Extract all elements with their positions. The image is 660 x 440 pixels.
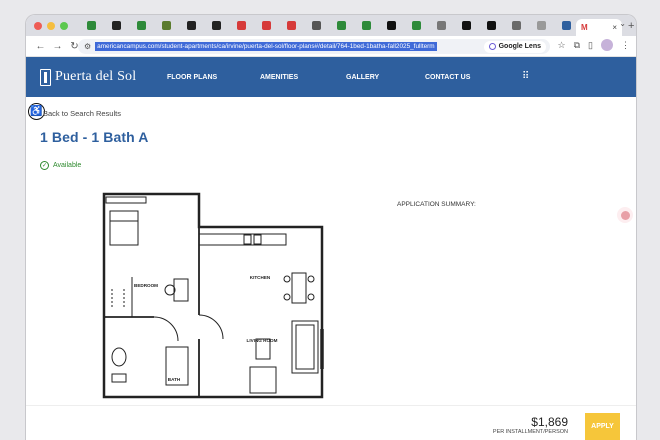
favicon-icon: [387, 21, 396, 30]
lens-icon: [488, 43, 496, 50]
tab-favicon-7[interactable]: [257, 19, 276, 33]
tab-favicon-3[interactable]: [157, 19, 176, 33]
lens-label: Google Lens: [498, 43, 541, 50]
tab-favicon-6[interactable]: [232, 19, 251, 33]
browser-toolbar: ← → ↻ ⚙ americancampus.com/student-apart…: [26, 36, 636, 57]
favicon-icon: [412, 21, 421, 30]
forward-arrow-icon[interactable]: →: [49, 41, 66, 52]
floating-helper-button[interactable]: [617, 207, 633, 223]
tab-favicon-4[interactable]: [182, 19, 201, 33]
tab-list: [82, 19, 576, 33]
site-header: Puerta del Sol FLOOR PLANS AMENITIES GAL…: [26, 57, 636, 97]
tab-favicon-13[interactable]: [407, 19, 426, 33]
price-amount: $1,869: [531, 415, 568, 429]
favicon-icon: [362, 21, 371, 30]
price-period: PER INSTALLMENT/PERSON: [492, 429, 568, 435]
favicon-icon: [562, 21, 571, 30]
favicon-icon: [487, 21, 496, 30]
tab-favicon-16[interactable]: [482, 19, 501, 33]
availability-status: ✓ Available: [40, 161, 81, 170]
tab-favicon-8[interactable]: [282, 19, 301, 33]
extensions-icon[interactable]: ⧉: [574, 40, 580, 51]
favicon-icon: [337, 21, 346, 30]
availability-label: Available: [53, 162, 82, 169]
room-label-bedroom: BEDROOM: [134, 283, 158, 288]
favicon-icon: [137, 21, 146, 30]
side-panel-icon[interactable]: ▯: [588, 40, 593, 51]
page-title: 1 Bed - 1 Bath A: [40, 129, 149, 145]
logo-mark-icon: [40, 68, 51, 86]
floor-plan-image: BEDROOM KITCHEN LIVING ROOM BATH: [102, 192, 324, 399]
maximize-window-button[interactable]: [60, 21, 68, 30]
check-circle-icon: ✓: [40, 161, 49, 170]
favicon-icon: [437, 21, 446, 30]
nav-floor-plans[interactable]: FLOOR PLANS: [167, 74, 260, 81]
favicon-icon: [512, 21, 521, 30]
tab-favicon-11[interactable]: [357, 19, 376, 33]
tab-favicon-10[interactable]: [332, 19, 351, 33]
grid-menu-icon[interactable]: ⠿: [522, 71, 529, 82]
browser-menu-icon[interactable]: ⋮: [621, 40, 630, 51]
address-bar[interactable]: ⚙ americancampus.com/student-apartments/…: [78, 39, 550, 54]
helper-icon: [620, 210, 630, 220]
tab-strip: M × + ⌄: [26, 15, 636, 36]
favicon-icon: [462, 21, 471, 30]
favicon-icon: [87, 21, 96, 30]
tab-favicon-0[interactable]: [82, 19, 101, 33]
nav-gallery[interactable]: GALLERY: [346, 74, 425, 81]
apply-button[interactable]: APPLY: [585, 413, 620, 440]
site-logo[interactable]: Puerta del Sol: [40, 68, 137, 86]
tab-favicon-9[interactable]: [307, 19, 326, 33]
tab-close-icon[interactable]: ×: [612, 23, 617, 32]
site-info-icon[interactable]: ⚙: [84, 42, 91, 51]
nav-contact-us[interactable]: CONTACT US: [425, 74, 505, 81]
tab-favicon-1[interactable]: [107, 19, 126, 33]
gmail-icon: M: [581, 23, 588, 32]
favicon-icon: [287, 21, 296, 30]
favicon-icon: [537, 21, 546, 30]
tab-favicon-18[interactable]: [532, 19, 551, 33]
back-to-search-link[interactable]: Back to Search Results: [43, 109, 121, 118]
tab-active[interactable]: M ×: [576, 19, 622, 36]
favicon-icon: [262, 21, 271, 30]
room-label-kitchen: KITCHEN: [250, 275, 271, 280]
site-brand-name: Puerta del Sol: [55, 69, 137, 84]
close-window-button[interactable]: [34, 21, 42, 30]
room-label-bath: BATH: [168, 377, 181, 382]
favicon-icon: [187, 21, 196, 30]
tab-favicon-14[interactable]: [432, 19, 451, 33]
tab-favicon-19[interactable]: [557, 19, 576, 33]
favicon-icon: [312, 21, 321, 30]
tab-favicon-17[interactable]: [507, 19, 526, 33]
price-block: $1,869 PER INSTALLMENT/PERSON: [493, 415, 568, 435]
favicon-icon: [212, 21, 221, 30]
main-nav: FLOOR PLANS AMENITIES GALLERY CONTACT US: [167, 57, 505, 97]
google-lens-button[interactable]: Google Lens: [483, 40, 546, 53]
window-controls: [34, 21, 68, 30]
favicon-icon: [112, 21, 121, 30]
toolbar-actions: ☆ ⧉ ▯ ⋮: [558, 39, 630, 51]
nav-amenities[interactable]: AMENITIES: [260, 74, 346, 81]
application-summary-heading: APPLICATION SUMMARY:: [397, 201, 476, 208]
tab-search-icon[interactable]: ⌄: [619, 19, 626, 28]
new-tab-button[interactable]: +: [628, 20, 634, 32]
tab-favicon-12[interactable]: [382, 19, 401, 33]
minimize-window-button[interactable]: [47, 21, 55, 30]
favicon-icon: [162, 21, 171, 30]
tab-favicon-15[interactable]: [457, 19, 476, 33]
room-label-living-room: LIVING ROOM: [247, 338, 278, 343]
url-text[interactable]: americancampus.com/student-apartments/ca…: [95, 42, 437, 51]
tab-favicon-5[interactable]: [207, 19, 226, 33]
bookmark-star-icon[interactable]: ☆: [558, 40, 566, 51]
tab-favicon-2[interactable]: [132, 19, 151, 33]
back-arrow-icon[interactable]: ←: [32, 41, 49, 52]
profile-avatar[interactable]: [601, 39, 613, 51]
favicon-icon: [237, 21, 246, 30]
browser-window: M × + ⌄ ← → ↻ ⚙ americancampus.com/stude…: [26, 15, 636, 440]
